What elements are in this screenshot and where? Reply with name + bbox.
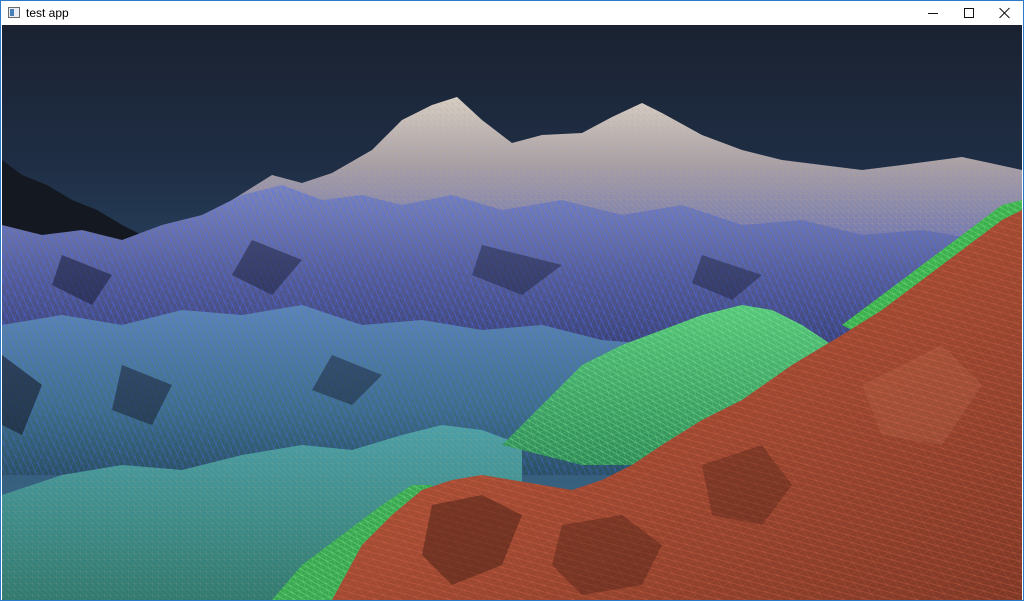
terrain-scene <box>2 25 1022 600</box>
maximize-icon <box>964 8 974 18</box>
window-title: test app <box>26 6 69 20</box>
minimize-button[interactable] <box>915 1 951 25</box>
app-window-icon <box>8 7 20 18</box>
maximize-button[interactable] <box>951 1 987 25</box>
app-window: test app <box>0 0 1024 601</box>
minimize-icon <box>928 12 938 14</box>
render-viewport[interactable] <box>2 25 1022 600</box>
close-button[interactable] <box>987 1 1023 25</box>
title-bar[interactable]: test app <box>1 1 1023 25</box>
close-icon <box>999 7 1011 19</box>
